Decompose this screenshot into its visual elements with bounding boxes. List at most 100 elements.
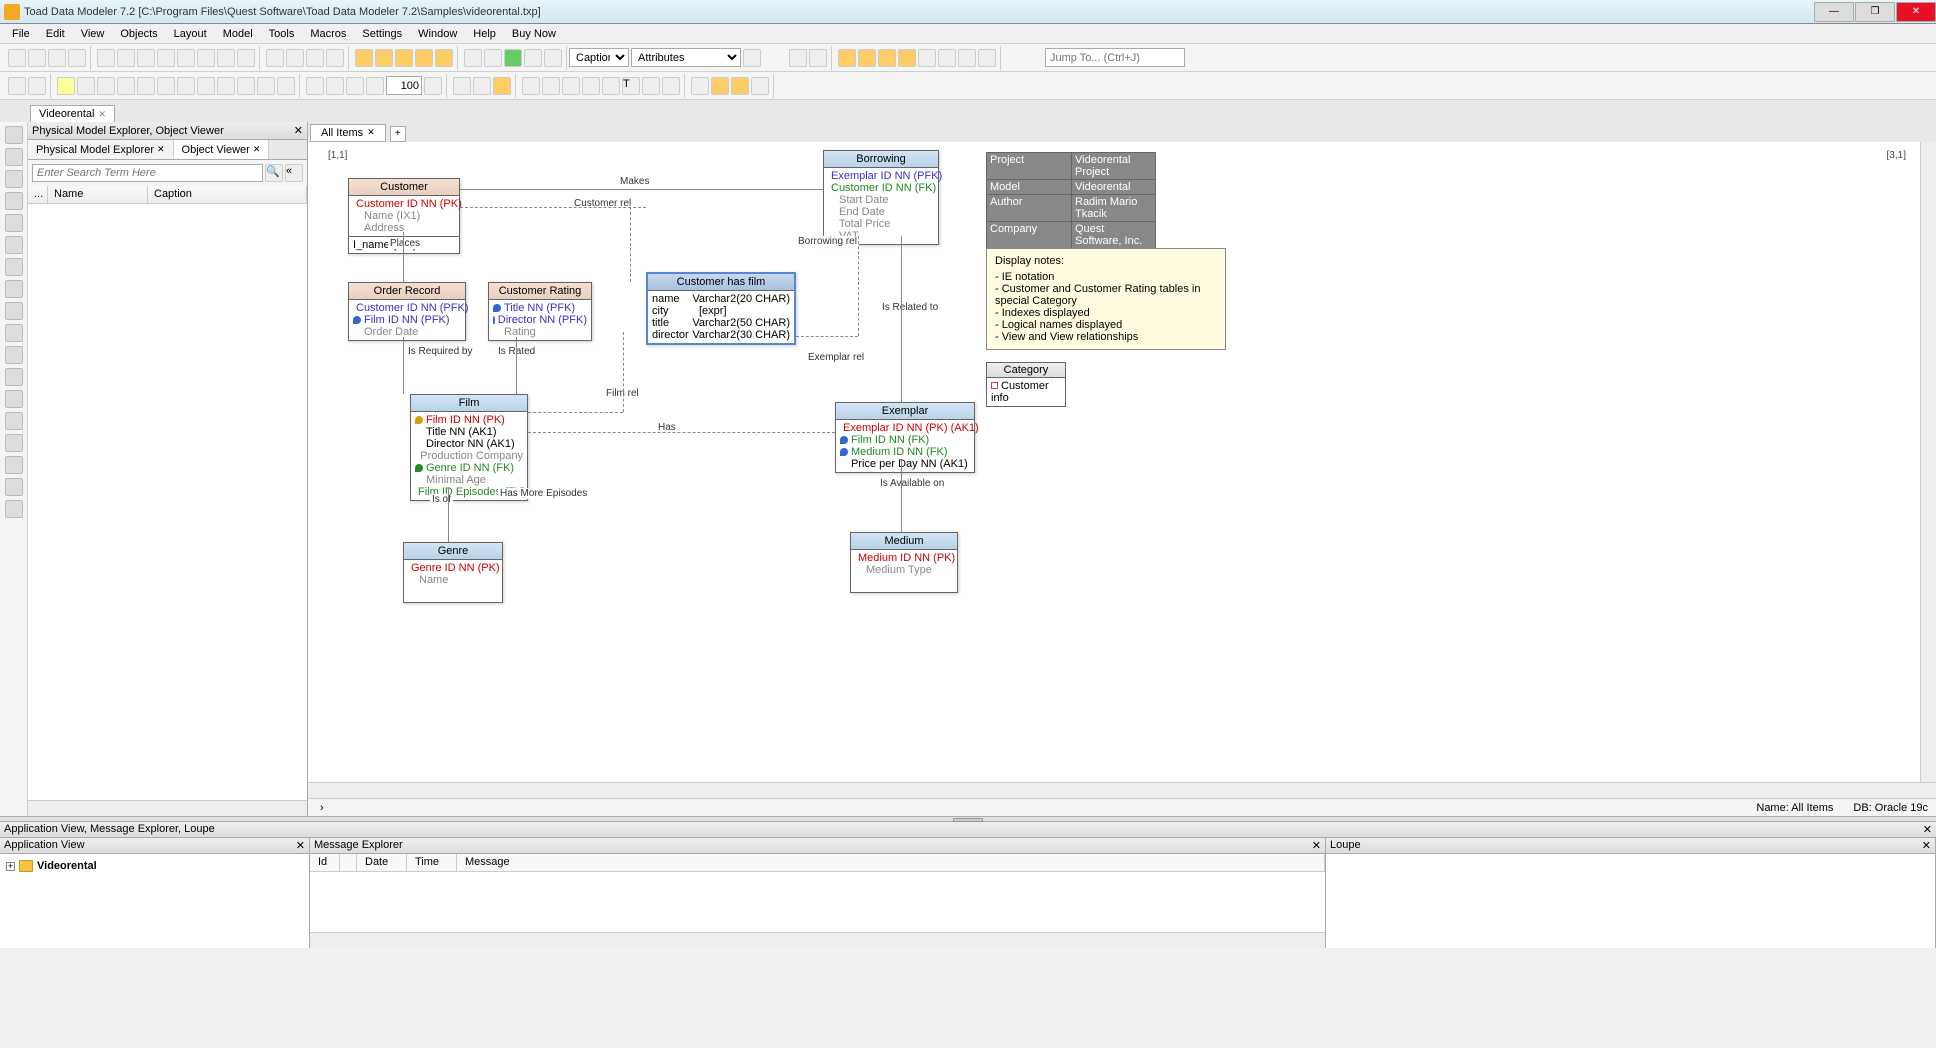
menu-objects[interactable]: Objects: [112, 26, 165, 42]
tb-icon[interactable]: [938, 49, 956, 67]
tb-icon[interactable]: [542, 77, 560, 95]
vt-icon[interactable]: [5, 302, 23, 320]
tb-icon[interactable]: [257, 77, 275, 95]
tb-icon[interactable]: [355, 49, 373, 67]
tb-icon[interactable]: [544, 49, 562, 67]
tb-icon[interactable]: [157, 49, 175, 67]
tb-icon[interactable]: [524, 49, 542, 67]
vt-icon[interactable]: [5, 126, 23, 144]
tb-icon[interactable]: [97, 77, 115, 95]
tb-icon[interactable]: [375, 49, 393, 67]
tb-icon[interactable]: [453, 77, 471, 95]
attributes-select[interactable]: Attributes: [631, 48, 741, 67]
menu-buynow[interactable]: Buy Now: [504, 26, 564, 42]
users-icon[interactable]: [809, 49, 827, 67]
tb-icon[interactable]: [691, 77, 709, 95]
tb-icon[interactable]: [286, 49, 304, 67]
close-icon[interactable]: ✕: [294, 124, 303, 137]
tb-icon[interactable]: [157, 77, 175, 95]
canvas-tab-all-items[interactable]: All Items ✕: [310, 124, 386, 142]
menu-help[interactable]: Help: [465, 26, 504, 42]
close-icon[interactable]: ✕: [1923, 823, 1932, 836]
vt-icon[interactable]: [5, 280, 23, 298]
tb-icon[interactable]: [197, 77, 215, 95]
tb-icon[interactable]: [751, 77, 769, 95]
col-sort[interactable]: [340, 854, 357, 871]
close-icon[interactable]: ✕: [253, 144, 261, 155]
undo-icon[interactable]: [8, 77, 26, 95]
entity-exemplar[interactable]: Exemplar Exemplar ID NN (PK) (AK1)Film I…: [835, 402, 975, 473]
tb-icon[interactable]: [662, 77, 680, 95]
circle-icon[interactable]: [602, 77, 620, 95]
tb-icon[interactable]: [858, 49, 876, 67]
tb-icon[interactable]: [435, 49, 453, 67]
close-icon[interactable]: ✕: [1922, 839, 1931, 852]
canvas-hscrollbar[interactable]: [308, 782, 1936, 798]
entity-customer-rating[interactable]: Customer Rating Title NN (PFK)Director N…: [488, 282, 592, 341]
vt-icon[interactable]: [5, 170, 23, 188]
expand-icon[interactable]: +: [6, 862, 15, 871]
menu-view[interactable]: View: [73, 26, 113, 42]
entity-borrowing[interactable]: Borrowing Exemplar ID NN (PFK)Customer I…: [823, 150, 939, 245]
close-icon[interactable]: ✕: [296, 839, 305, 852]
col-message[interactable]: Message: [457, 854, 1325, 871]
splitter[interactable]: [0, 816, 1936, 822]
vt-icon[interactable]: [5, 236, 23, 254]
tb-icon[interactable]: [562, 77, 580, 95]
doc-tab-videorental[interactable]: Videorental ✕: [30, 105, 115, 122]
close-icon[interactable]: ✕: [98, 109, 106, 120]
zoom-in-icon[interactable]: [306, 77, 324, 95]
tb-icon[interactable]: [237, 49, 255, 67]
collapse-icon[interactable]: «: [285, 164, 303, 182]
vt-icon[interactable]: [5, 324, 23, 342]
vt-icon[interactable]: [5, 346, 23, 364]
text-icon[interactable]: T: [622, 77, 640, 95]
menu-layout[interactable]: Layout: [166, 26, 215, 42]
menu-file[interactable]: File: [4, 26, 38, 42]
tb-icon[interactable]: [642, 77, 660, 95]
vt-icon[interactable]: [5, 390, 23, 408]
close-icon[interactable]: ✕: [1312, 839, 1321, 852]
entity-medium[interactable]: Medium Medium ID NN (PK)Medium Type: [850, 532, 958, 593]
entity-genre[interactable]: Genre Genre ID NN (PK)Name: [403, 542, 503, 603]
zoom-fit-icon[interactable]: [346, 77, 364, 95]
vt-icon[interactable]: [5, 500, 23, 518]
search-input[interactable]: [32, 164, 263, 182]
tb-icon[interactable]: [137, 49, 155, 67]
tb-icon[interactable]: [277, 77, 295, 95]
tb-icon[interactable]: [395, 49, 413, 67]
canvas[interactable]: [1,1] [3,1] Customer Customer ID NN (PK)…: [308, 142, 1936, 782]
tb-icon[interactable]: [711, 77, 729, 95]
tb-icon[interactable]: [237, 77, 255, 95]
minimize-button[interactable]: —: [1814, 2, 1854, 22]
tb-icon[interactable]: [197, 49, 215, 67]
tb-icon[interactable]: [415, 49, 433, 67]
tb-icon[interactable]: [464, 49, 482, 67]
tb-icon[interactable]: [898, 49, 916, 67]
zoom-input[interactable]: [386, 76, 422, 95]
vt-icon[interactable]: [5, 368, 23, 386]
zoom-out-icon[interactable]: [326, 77, 344, 95]
col-date[interactable]: Date: [357, 854, 407, 871]
msgex-hscroll[interactable]: [310, 932, 1325, 948]
tb-icon[interactable]: [137, 77, 155, 95]
tb-icon[interactable]: [493, 77, 511, 95]
tb-icon[interactable]: [117, 77, 135, 95]
tab-object-viewer[interactable]: Object Viewer✕: [174, 140, 270, 159]
col-id[interactable]: Id: [310, 854, 340, 871]
tb-icon[interactable]: [306, 49, 324, 67]
tb-icon[interactable]: [177, 77, 195, 95]
redo-icon[interactable]: [28, 77, 46, 95]
appview-tree-item[interactable]: + Videorental: [4, 858, 305, 874]
menu-macros[interactable]: Macros: [302, 26, 354, 42]
menu-tools[interactable]: Tools: [261, 26, 303, 42]
print-icon[interactable]: [266, 49, 284, 67]
new-icon[interactable]: [8, 49, 26, 67]
tb-icon[interactable]: [743, 49, 761, 67]
tb-icon[interactable]: [958, 49, 976, 67]
vt-icon[interactable]: [5, 214, 23, 232]
tb-icon[interactable]: [484, 49, 502, 67]
menu-edit[interactable]: Edit: [38, 26, 73, 42]
vt-icon[interactable]: [5, 478, 23, 496]
close-button[interactable]: ✕: [1896, 2, 1936, 22]
